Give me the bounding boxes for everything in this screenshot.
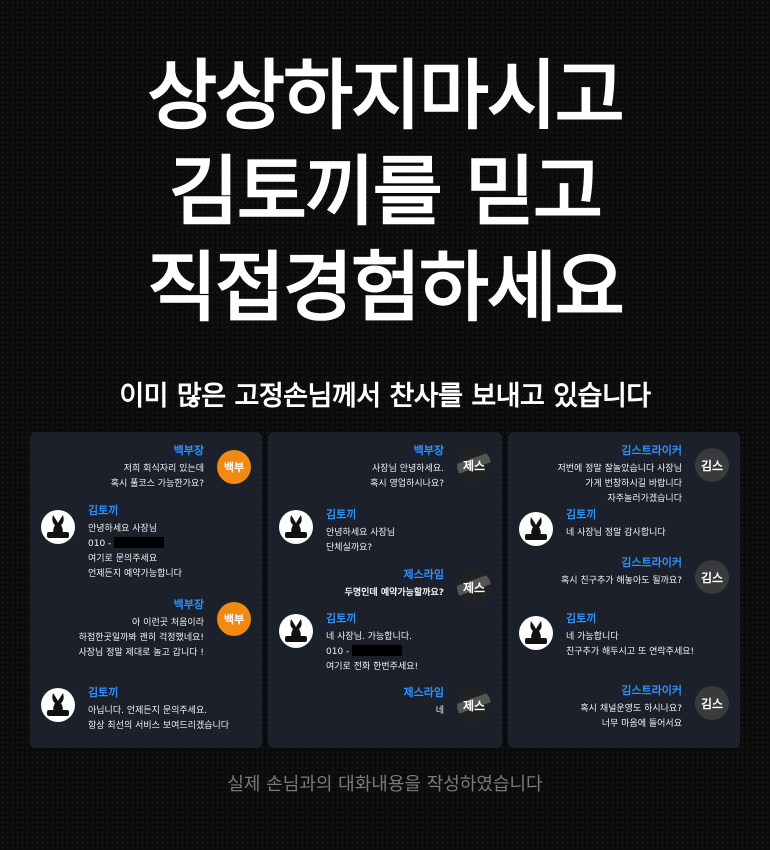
redacted-phone bbox=[352, 645, 403, 656]
sender-name: 제스라임 bbox=[403, 568, 444, 581]
headline-line-2: 김토끼를 믿고 bbox=[169, 147, 603, 236]
message-line: 아닙니다. 언제든지 문의주세요. bbox=[88, 706, 208, 716]
sender-name: 김스트라이커 bbox=[621, 556, 682, 569]
bunny-logo-icon bbox=[41, 688, 75, 722]
sender-name: 김스트라이커 bbox=[621, 444, 682, 457]
bunny-logo-icon bbox=[279, 614, 313, 648]
redacted-phone bbox=[114, 537, 165, 548]
chat-message: 제스라임 두명인데 예약가능할까요? bbox=[274, 568, 444, 601]
chat-message: 백부장 아 이런곳 처음이라 하접한곳일까봐 괜히 걱정했네요! 사장님 정말 … bbox=[24, 598, 204, 661]
message-line: 혹시 친구추가 해놓아도 될까요? bbox=[560, 576, 682, 586]
sender-name: 백부장 bbox=[173, 444, 204, 457]
avatar: 제스 bbox=[457, 570, 491, 604]
sender-name: 김토끼 bbox=[88, 504, 119, 517]
chat-message: 백부장 사장님 안녕하세요. 혹시 영업하시나요? bbox=[274, 444, 444, 492]
message-line: 사장님 정말 제대로 놀고 갑니다 ! bbox=[78, 648, 204, 658]
bunny-logo-icon bbox=[519, 512, 553, 546]
message-line: 너무 마음에 들어서요 bbox=[601, 719, 682, 729]
message-line: 아 이런곳 처음이라 bbox=[132, 618, 204, 628]
chat-message: 김스트라이커 혹시 채널운영도 하시나요? 너무 마음에 들어서요 bbox=[512, 684, 682, 732]
chat-message: 김토끼 네 사장님 정말 감사합니다 bbox=[566, 508, 736, 541]
sender-name: 김토끼 bbox=[326, 508, 357, 521]
message-line: 여기로 문의주세요 bbox=[88, 554, 158, 564]
phone-prefix: 010 - bbox=[326, 647, 350, 657]
message-line: 010 - bbox=[88, 537, 258, 552]
avatar-label: 제스 bbox=[462, 458, 486, 473]
headline-line-1: 상상하지마시고 bbox=[147, 51, 624, 140]
chat-panel-1: 백부장 저희 회식자리 있는데 혹시 풀코스 가능한가요? 백부 김토끼 안녕하… bbox=[30, 432, 262, 748]
message-line: 여기로 전화 한번주세요! bbox=[326, 662, 419, 672]
avatar-label: 김스 bbox=[700, 696, 724, 711]
message-line: 안녕하세요 사장님 bbox=[88, 524, 158, 534]
sender-name: 백부장 bbox=[413, 444, 444, 457]
headline-line-3: 직접경험하세요 bbox=[147, 243, 624, 332]
avatar-label: 김스 bbox=[700, 458, 724, 473]
message-line: 네 가능합니다 bbox=[566, 632, 619, 642]
avatar: 제스 bbox=[457, 688, 491, 722]
chat-message: 제스라임 네 bbox=[274, 686, 444, 719]
sender-name: 김스트라이커 bbox=[621, 684, 682, 697]
sender-name: 제스라임 bbox=[403, 686, 444, 699]
chat-message: 김토끼 네 가능합니다 친구추가 해두시고 또 연락주세요! bbox=[566, 612, 738, 660]
avatar: 백부 bbox=[217, 602, 251, 636]
chat-message: 김토끼 안녕하세요 사장님 단체실까요? bbox=[326, 508, 496, 556]
avatar: 김스 bbox=[695, 448, 729, 482]
chat-message: 김토끼 아닙니다. 언제든지 문의주세요. 항상 최선의 서비스 보여드리겠습니… bbox=[88, 686, 260, 734]
avatar-label: 백부 bbox=[223, 613, 245, 626]
bunny-logo-icon bbox=[41, 510, 75, 544]
chat-panel-3: 김스트라이커 저번에 정말 잘놀았습니다 사장님 가게 번창하시길 바랍니다 자… bbox=[508, 432, 740, 748]
message-line: 하접한곳일까봐 괜히 걱정했네요! bbox=[78, 633, 204, 643]
avatar-label: 김스 bbox=[700, 570, 724, 585]
avatar: 제스 bbox=[457, 448, 491, 482]
chat-message: 김스트라이커 저번에 정말 잘놀았습니다 사장님 가게 번창하시길 바랍니다 자… bbox=[502, 444, 682, 507]
message-line: 저번에 정말 잘놀았습니다 사장님 bbox=[557, 464, 682, 474]
chat-message: 백부장 저희 회식자리 있는데 혹시 풀코스 가능한가요? bbox=[34, 444, 204, 492]
footer-note: 실제 손님과의 대화내용을 작성하였습니다 bbox=[227, 774, 543, 795]
bunny-logo-icon bbox=[279, 510, 313, 544]
avatar: 백부 bbox=[217, 450, 251, 484]
sender-name: 백부장 bbox=[173, 598, 204, 611]
message-line: 항상 최선의 서비스 보여드리겠습니다 bbox=[88, 721, 230, 731]
message-line: 가게 번창하시길 바랍니다 bbox=[585, 479, 682, 489]
headline: 상상하지마시고 김토끼를 믿고 직접경험하세요 bbox=[0, 48, 770, 336]
message-line: 사장님 안녕하세요. bbox=[372, 464, 444, 474]
avatar: 김스 bbox=[695, 560, 729, 594]
bunny-logo-icon bbox=[519, 616, 553, 650]
chat-message: 김토끼 안녕하세요 사장님 010 - 여기로 문의주세요 언제든지 예약가능합… bbox=[88, 504, 258, 582]
avatar: 김스 bbox=[695, 686, 729, 720]
sender-name: 김토끼 bbox=[88, 686, 119, 699]
message-line: 언제든지 예약가능합니다 bbox=[88, 569, 182, 579]
message-line: 자주놀러가겠습니다 bbox=[607, 494, 682, 504]
message-line: 혹시 풀코스 가능한가요? bbox=[110, 479, 204, 489]
message-line: 네 bbox=[435, 706, 444, 716]
sender-name: 김토끼 bbox=[326, 612, 357, 625]
chat-message: 김토끼 네 사장님. 가능합니다. 010 - 여기로 전화 한번주세요! bbox=[326, 612, 496, 675]
sender-name: 김토끼 bbox=[566, 508, 597, 521]
phone-prefix: 010 - bbox=[88, 539, 112, 549]
chat-panel-2: 백부장 사장님 안녕하세요. 혹시 영업하시나요? 제스 김토끼 안녕하세요 사… bbox=[268, 432, 502, 748]
avatar-label: 제스 bbox=[462, 698, 486, 713]
message-line: 네 사장님. 가능합니다. bbox=[326, 632, 412, 642]
message-line: 두명인데 예약가능할까요? bbox=[344, 588, 444, 598]
chat-message: 김스트라이커 혹시 친구추가 해놓아도 될까요? bbox=[512, 556, 682, 589]
message-line: 네 사장님 정말 감사합니다 bbox=[566, 528, 666, 538]
message-line: 단체실까요? bbox=[326, 543, 373, 553]
avatar-label: 제스 bbox=[462, 580, 486, 595]
message-line: 010 - bbox=[326, 645, 496, 660]
sender-name: 김토끼 bbox=[566, 612, 597, 625]
message-line: 안녕하세요 사장님 bbox=[326, 528, 396, 538]
message-line: 혹시 영업하시나요? bbox=[370, 479, 444, 489]
subheading: 이미 많은 고정손님께서 찬사를 보내고 있습니다 bbox=[119, 381, 651, 412]
message-line: 친구추가 해두시고 또 연락주세요! bbox=[566, 647, 695, 657]
message-line: 혹시 채널운영도 하시나요? bbox=[580, 704, 682, 714]
avatar-label: 백부 bbox=[223, 461, 245, 474]
message-line: 저희 회식자리 있는데 bbox=[123, 464, 204, 474]
